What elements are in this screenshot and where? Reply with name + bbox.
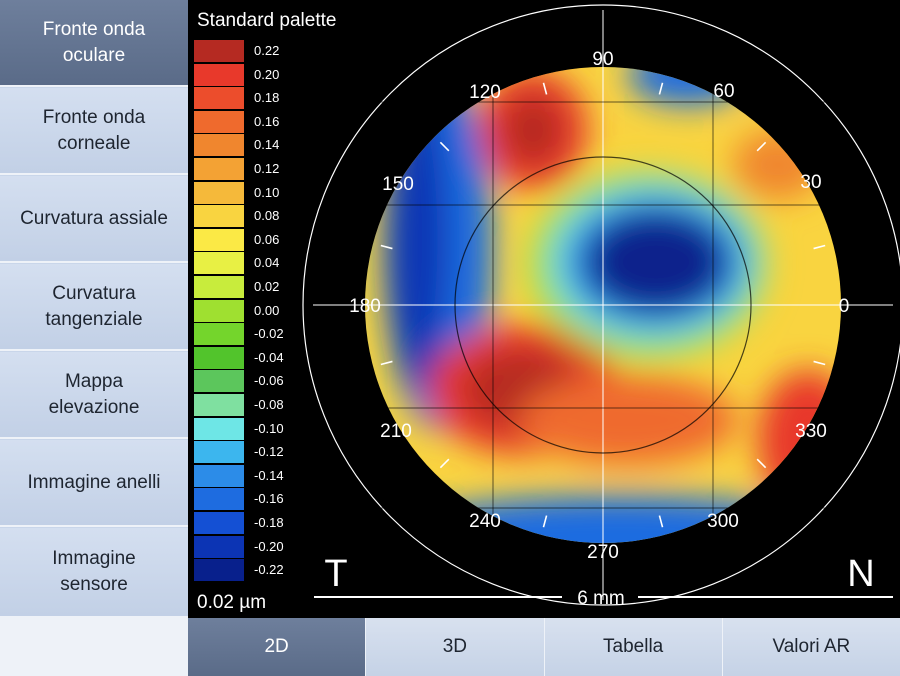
- tab-3d[interactable]: 3D: [366, 618, 545, 676]
- sidebar-item-label: tangenziale: [45, 308, 143, 330]
- sidebar-item-label: Immagine: [52, 548, 136, 569]
- sidebar-item-label: Mappa: [64, 370, 124, 392]
- angle-label-240: 240: [469, 511, 501, 532]
- legend-swatch: [194, 323, 244, 346]
- legend-swatch: [194, 346, 244, 369]
- legend-swatch: [194, 394, 244, 416]
- legend-value: 0.18: [254, 90, 280, 106]
- angle-label-90: 90: [592, 49, 613, 70]
- sidebar-item-immagine-anelli[interactable]: Immagine anelli: [0, 440, 188, 527]
- legend-value: 0.22: [254, 43, 280, 58]
- legend-swatch: [194, 417, 244, 440]
- nasal-label: N: [847, 553, 874, 595]
- legend-value: 0.14: [254, 137, 280, 153]
- legend-value: 0.06: [254, 231, 280, 247]
- sidebar-item-immagine-sensore[interactable]: Immagine sensore: [0, 528, 188, 618]
- angle-label-150: 150: [382, 174, 414, 195]
- legend-swatch: [194, 40, 244, 62]
- view-tabs: 2D 3D Tabella Valori AR: [188, 618, 900, 676]
- legend-value: -0.10: [254, 420, 284, 436]
- legend-swatch: [194, 134, 244, 157]
- sidebar-item-label: elevazione: [48, 396, 140, 418]
- sidebar-item-label: corneale: [57, 132, 131, 154]
- wavefront-map-panel: 90 60 30 0 330 300 270 240 210 180 150 1…: [188, 0, 900, 618]
- sidebar-item-curvatura-assiale[interactable]: Curvatura assiale: [0, 176, 188, 263]
- legend-value: 0.08: [254, 208, 280, 224]
- sidebar-item-label: Immagine anelli: [27, 471, 161, 493]
- sidebar-item-mappa-elevazione[interactable]: Mappa elevazione: [0, 352, 188, 439]
- angle-label-180: 180: [349, 296, 381, 317]
- angle-label-270: 270: [587, 542, 619, 563]
- legend-swatch: [194, 252, 244, 275]
- palette-title: Standard palette: [197, 10, 337, 31]
- scale-bar-label: 6 mm: [577, 588, 625, 609]
- tab-tabella[interactable]: Tabella: [544, 618, 723, 676]
- angle-label-210: 210: [380, 421, 412, 442]
- grid-lines: [313, 10, 893, 600]
- legend-value: 0.04: [254, 255, 280, 271]
- legend-value: -0.18: [254, 515, 284, 530]
- legend-value: -0.12: [254, 444, 284, 460]
- temporal-label: T: [324, 553, 347, 595]
- sidebar-item-label: oculare: [62, 44, 126, 66]
- sidebar-item-label: Fronte onda: [42, 106, 146, 128]
- tab-valori-ar[interactable]: Valori AR: [722, 618, 900, 676]
- legend-swatch: [194, 464, 244, 487]
- wavefront-map[interactable]: 90 60 30 0 330 300 270 240 210 180 150 1…: [188, 0, 900, 618]
- sidebar-item-label: Curvatura assiale: [20, 207, 168, 229]
- sidebar-item-label: sensore: [60, 574, 128, 595]
- angle-label-30: 30: [800, 172, 821, 193]
- legend-swatch: [194, 276, 244, 298]
- legend-value: -0.20: [254, 538, 284, 554]
- sidebar: Fronte onda oculare Fronte onda corneale C…: [0, 0, 188, 618]
- legend-value: -0.06: [254, 373, 284, 389]
- angle-label-0: 0: [839, 296, 850, 317]
- bottom-left-panel: [0, 618, 188, 676]
- legend-value: 0.12: [254, 161, 280, 176]
- legend-value: 0.20: [254, 66, 280, 82]
- legend-swatch: [194, 158, 244, 180]
- legend-value: 0.00: [254, 302, 280, 318]
- legend-swatch: [194, 559, 244, 582]
- legend-value: -0.14: [254, 467, 284, 483]
- legend-swatch: [194, 110, 244, 133]
- legend-value: 0.16: [254, 113, 280, 129]
- angle-label-330: 330: [795, 421, 827, 442]
- sidebar-item-fronte-onda-oculare[interactable]: Fronte onda oculare: [0, 0, 188, 87]
- legend-value: 0.10: [254, 184, 280, 200]
- legend-value: -0.04: [254, 349, 284, 365]
- angle-label-60: 60: [713, 81, 734, 102]
- sidebar-item-label: Curvatura: [52, 282, 136, 304]
- legend-swatch: [194, 63, 244, 86]
- legend-swatch: [194, 181, 244, 204]
- elevation-colour-map: [365, 67, 841, 543]
- legend-swatch: [194, 512, 244, 534]
- legend-swatch: [194, 299, 244, 322]
- sidebar-item-label: Fronte onda: [42, 18, 146, 40]
- angle-label-300: 300: [707, 511, 739, 532]
- legend-value: 0.02: [254, 279, 280, 294]
- legend-swatch: [194, 228, 244, 251]
- palette-step-label: 0.02 µm: [197, 592, 267, 613]
- sidebar-item-fronte-onda-corneale[interactable]: Fronte onda corneale: [0, 88, 188, 175]
- legend-swatch: [194, 205, 244, 228]
- legend-value: -0.16: [254, 491, 284, 507]
- sidebar-item-curvatura-tangenziale[interactable]: Curvatura tangenziale: [0, 264, 188, 351]
- legend-value: -0.02: [254, 326, 284, 342]
- legend-value: -0.08: [254, 397, 284, 412]
- legend-swatch: [194, 441, 244, 464]
- legend-value: -0.22: [254, 562, 284, 578]
- legend-swatch: [194, 87, 244, 110]
- legend-swatch: [194, 535, 244, 558]
- legend-swatch: [194, 370, 244, 393]
- tab-2d[interactable]: 2D: [188, 618, 367, 676]
- legend-swatch: [194, 488, 244, 511]
- angle-label-120: 120: [469, 82, 501, 103]
